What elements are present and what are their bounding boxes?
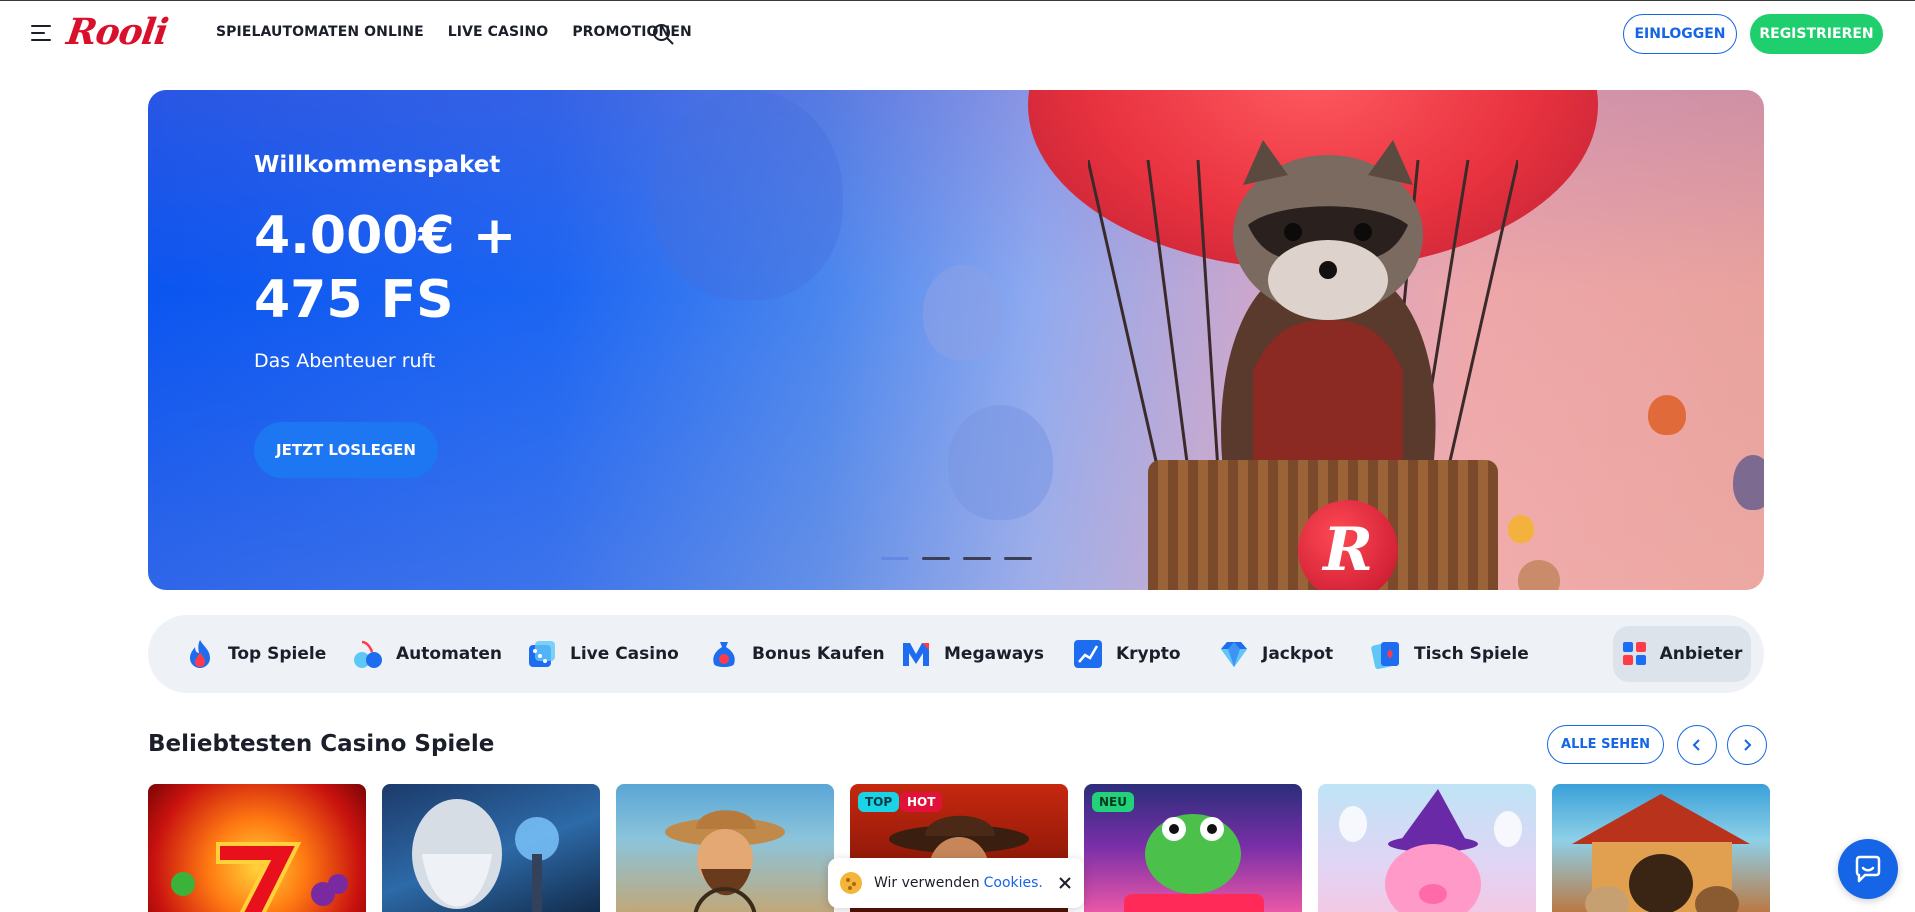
main-nav: SPIELAUTOMATEN ONLINE LIVE CASINO PROMOT… [216, 24, 692, 40]
search-icon[interactable] [652, 23, 674, 45]
balloon-image [923, 265, 1003, 360]
carousel-dot[interactable] [922, 557, 950, 560]
balloon-image [653, 90, 843, 300]
category-top-games[interactable]: Top Spiele [184, 615, 326, 693]
section-title: Beliebtesten Casino Spiele [148, 731, 495, 757]
site-header: Rooli SPIELAUTOMATEN ONLINE LIVE CASINO … [0, 1, 1915, 67]
cookie-icon [840, 872, 862, 894]
game-tile[interactable] [148, 784, 366, 912]
hero-subtitle: Das Abenteuer ruft [254, 350, 436, 372]
game-tile[interactable] [1552, 784, 1770, 912]
carousel-dot[interactable] [881, 557, 909, 560]
chat-button[interactable] [1838, 839, 1898, 899]
category-live-casino[interactable]: Live Casino [526, 615, 679, 693]
seven-icon [171, 842, 348, 912]
category-label: Jackpot [1262, 644, 1334, 664]
chat-icon [1855, 855, 1881, 883]
category-table-games[interactable]: Tisch Spiele [1370, 615, 1529, 693]
chevron-left-icon [1692, 739, 1700, 751]
hero-eyebrow: Willkommenspaket [254, 152, 501, 178]
cookie-text: Wir verwenden [874, 875, 980, 891]
flame-icon [190, 640, 210, 668]
hero-title: 4.000€ + 475 FS [254, 206, 517, 330]
category-bonus-buy[interactable]: Bonus Kaufen [708, 615, 885, 693]
money-bag-icon [713, 642, 735, 667]
game-tile[interactable] [1318, 784, 1536, 912]
category-label: Automaten [396, 644, 503, 664]
rooli-logo[interactable]: Rooli [64, 11, 170, 53]
game-badge-new: NEU [1092, 792, 1134, 812]
carousel-dot[interactable] [963, 557, 991, 560]
hero-text: Willkommenspaket 4.000€ + 475 FS Das Abe… [254, 152, 554, 372]
wizard-image [412, 799, 559, 912]
category-label: Krypto [1116, 644, 1181, 664]
chevron-right-icon [1744, 739, 1752, 751]
carousel-prev-button[interactable] [1677, 725, 1717, 765]
see-all-button[interactable]: ALLE SEHEN [1547, 725, 1664, 764]
hero-banner[interactable]: R Willkommenspaket 4.000€ + 475 FS Das A… [148, 90, 1764, 590]
close-icon[interactable] [1058, 876, 1072, 890]
raccoon-image [1221, 140, 1436, 470]
balloon-image [948, 405, 1053, 520]
rooli-r-badge: R [1298, 500, 1398, 590]
category-label: Live Casino [570, 644, 679, 664]
register-button[interactable]: REGISTRIEREN [1750, 14, 1883, 54]
category-jackpot[interactable]: Jackpot [1218, 615, 1333, 693]
fisherman-image [665, 810, 785, 912]
diamond-icon [1221, 642, 1247, 667]
nav-live-casino[interactable]: LIVE CASINO [448, 24, 549, 40]
category-megaways[interactable]: Megaways [900, 615, 1044, 693]
carousel-next-button[interactable] [1727, 725, 1767, 765]
balloon-image [1733, 455, 1764, 510]
login-button[interactable]: EINLOGGEN [1623, 14, 1737, 54]
carousel-dot[interactable] [1004, 557, 1032, 560]
get-started-button[interactable]: JETZT LOSLEGEN [254, 422, 438, 478]
category-label: Bonus Kaufen [752, 644, 885, 664]
cards-icon [1371, 642, 1399, 670]
chart-icon [1074, 640, 1102, 668]
carousel-dots [881, 557, 1032, 560]
menu-icon[interactable] [31, 25, 51, 41]
game-tile[interactable] [382, 784, 600, 912]
category-label: Top Spiele [228, 644, 327, 664]
game-badge-hot: HOT [900, 792, 943, 812]
cookie-notice: Wir verwenden Cookies. [828, 858, 1084, 908]
dice-icon [529, 641, 555, 667]
grid-icon [1622, 642, 1646, 665]
game-badge-top: TOP [858, 792, 900, 812]
category-label: Tisch Spiele [1414, 644, 1529, 664]
cherries-icon [354, 640, 382, 668]
game-tile[interactable] [616, 784, 834, 912]
cookie-link[interactable]: Cookies. [984, 875, 1043, 891]
game-tile[interactable]: NEU [1084, 784, 1302, 912]
balloon-image [1648, 395, 1686, 435]
category-label: Megaways [944, 644, 1044, 664]
category-bar: Top Spiele Automaten Live Casino Bonus K… [148, 615, 1764, 693]
category-slots[interactable]: Automaten [352, 615, 502, 693]
providers-button[interactable]: Anbieter [1613, 626, 1751, 682]
dog-house-image [1572, 794, 1750, 912]
category-crypto[interactable]: Krypto [1072, 615, 1181, 693]
megaways-icon [903, 643, 929, 666]
nav-slots[interactable]: SPIELAUTOMATEN ONLINE [216, 24, 424, 40]
providers-label: Anbieter [1659, 644, 1743, 664]
piggy-witch-image [1339, 789, 1522, 912]
